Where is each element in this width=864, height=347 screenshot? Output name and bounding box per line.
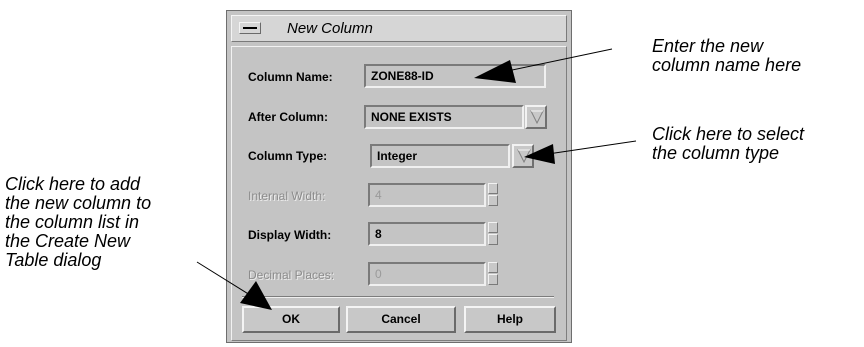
ok-button[interactable]: OK [242, 306, 340, 333]
increment-icon[interactable] [488, 222, 498, 233]
decimal-places-label: Decimal Places: [248, 268, 335, 282]
annotation-line: Click here to add [5, 174, 141, 194]
display-width-label: Display Width: [248, 228, 332, 242]
column-type-label: Column Type: [248, 149, 328, 163]
window-menu-icon[interactable] [239, 22, 261, 34]
title-bar: New Column [231, 15, 567, 42]
new-column-dialog: New Column Column Name: ZONE88-ID After … [226, 10, 572, 343]
annotation-line: the column list in [5, 212, 140, 232]
column-type-dropdown-button[interactable] [512, 144, 534, 168]
increment-icon [488, 183, 498, 194]
dialog-title: New Column [287, 20, 373, 37]
display-width-input[interactable]: 8 [368, 222, 486, 246]
annotation-column-name: Enter the new column name here [652, 37, 801, 75]
figure: Click here to add the new column to the … [0, 0, 864, 347]
annotation-line: Click here to select [652, 124, 805, 144]
dialog-body: Column Name: ZONE88-ID After Column: NON… [231, 46, 567, 341]
annotation-line: the new column to [5, 193, 152, 213]
display-width-stepper[interactable] [488, 222, 498, 246]
after-column-dropdown-button[interactable] [525, 105, 547, 129]
annotation-line: Enter the new [652, 36, 764, 56]
annotation-line: the Create New [5, 231, 131, 251]
annotation-line: the column type [652, 143, 780, 163]
decrement-icon[interactable] [488, 234, 498, 245]
annotation-column-type: Click here to select the column type [652, 125, 804, 163]
column-name-label: Column Name: [248, 70, 333, 84]
separator [242, 296, 554, 298]
help-button[interactable]: Help [464, 306, 556, 333]
internal-width-label: Internal Width: [248, 189, 326, 203]
internal-width-stepper [488, 183, 498, 207]
cancel-button[interactable]: Cancel [346, 306, 456, 333]
decrement-icon [488, 195, 498, 206]
after-column-select[interactable]: NONE EXISTS [364, 105, 524, 129]
internal-width-input: 4 [368, 183, 486, 207]
decrement-icon [488, 274, 498, 285]
annotation-line: Table dialog [5, 250, 102, 270]
annotation-ok-button: Click here to add the new column to the … [5, 175, 151, 270]
chevron-down-icon [517, 149, 531, 163]
after-column-label: After Column: [248, 110, 328, 124]
column-name-input[interactable]: ZONE88-ID [364, 64, 546, 88]
chevron-down-icon [530, 110, 544, 124]
decimal-places-input: 0 [368, 262, 486, 286]
increment-icon [488, 262, 498, 273]
column-type-select[interactable]: Integer [370, 144, 510, 168]
decimal-places-stepper [488, 262, 498, 286]
annotation-line: column name here [652, 55, 802, 75]
